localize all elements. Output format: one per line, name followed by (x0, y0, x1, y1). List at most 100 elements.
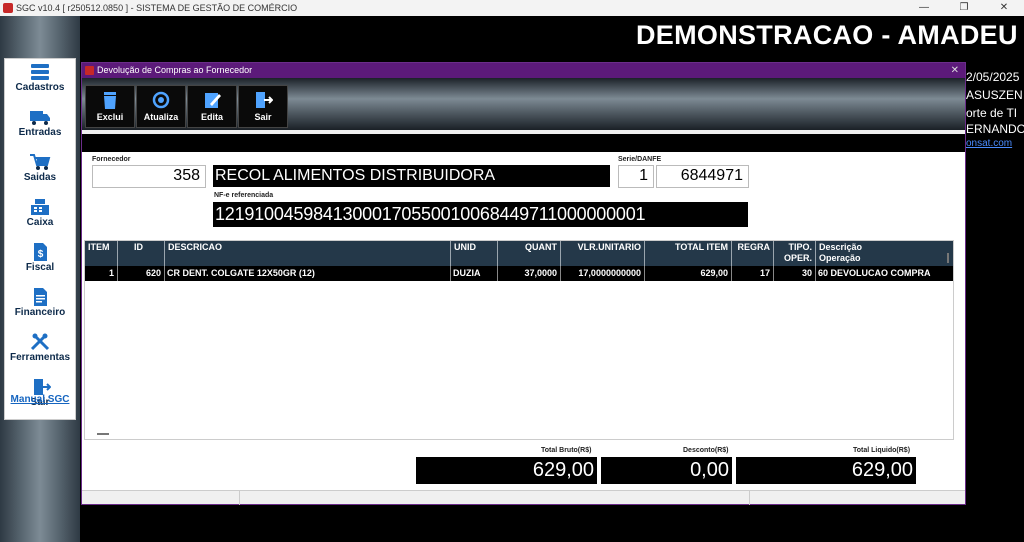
modal-titlebar: Devolução de Compras ao Fornecedor ✕ (82, 63, 965, 78)
cell-vlr-unitario: 17,0000000000 (561, 266, 645, 281)
sidebar-item-fiscal[interactable]: $ Fiscal (5, 243, 75, 284)
cell-total-item: 629,00 (645, 266, 732, 281)
scrollbar-thumb[interactable] (947, 253, 949, 263)
status-segment (82, 491, 240, 505)
modal-content: Fornecedor 358 RECOL ALIMENTOS DISTRIBUI… (82, 152, 965, 504)
manual-sgc-link[interactable]: Manual SGC (4, 394, 76, 405)
finance-document-icon (34, 288, 47, 306)
fornecedor-name-field[interactable]: RECOL ALIMENTOS DISTRIBUIDORA (213, 165, 610, 187)
sidebar-menu: Cadastros Entradas Saidas Caixa $ Fiscal… (4, 58, 76, 420)
info-user: ERNANDO (966, 122, 1024, 136)
sidebar-item-label: Fiscal (25, 262, 55, 273)
dollar-document-icon: $ (34, 243, 47, 261)
col-item[interactable]: ITEM (85, 241, 118, 266)
app-logo-icon (3, 3, 13, 13)
sidebar-item-label: Cadastros (15, 82, 65, 93)
refresh-icon (152, 91, 170, 109)
sidebar-item-label: Financeiro (14, 307, 66, 318)
total-bruto-field[interactable]: 629,00 (416, 457, 597, 484)
grid-vertical-scrollbar[interactable] (943, 249, 953, 431)
edit-icon (205, 93, 221, 108)
sidebar-item-saidas[interactable]: Saidas (5, 153, 75, 194)
modal-statusbar (82, 490, 965, 505)
cart-icon (30, 154, 51, 170)
serie-field[interactable]: 1 (618, 165, 654, 188)
minimize-button[interactable]: — (904, 0, 944, 16)
cash-register-icon (31, 199, 49, 215)
col-id[interactable]: ID (118, 241, 165, 266)
exclui-button[interactable]: Exclui (85, 85, 135, 128)
database-icon (31, 64, 49, 80)
sidebar-item-label: Ferramentas (9, 352, 71, 363)
sidebar-item-caixa[interactable]: Caixa (5, 198, 75, 239)
maximize-button[interactable]: ❐ (944, 0, 984, 16)
nfe-key-field[interactable]: 1219100459841300017055001006844971100000… (213, 202, 748, 227)
cell-descricao: CR DENT. COLGATE 12X50GR (12) (165, 266, 451, 281)
modal-title: Devolução de Compras ao Fornecedor (97, 65, 253, 75)
cell-tipo-oper: 30 (774, 266, 816, 281)
trash-icon (104, 92, 116, 109)
truck-icon (30, 111, 50, 125)
exclui-label: Exclui (96, 112, 124, 122)
total-liquido-field[interactable]: 629,00 (736, 457, 916, 484)
table-row[interactable]: 1 620 CR DENT. COLGATE 12X50GR (12) DUZI… (85, 266, 953, 281)
info-date: 2/05/2025 (966, 70, 1020, 84)
cell-regra: 17 (732, 266, 774, 281)
desconto-label: Desconto(R$) (683, 447, 729, 454)
sidebar-item-entradas[interactable]: Entradas (5, 108, 75, 149)
modal-toolbar: Exclui Atualiza Edita Sair (82, 78, 965, 130)
col-quant[interactable]: QUANT (498, 241, 561, 266)
edita-button[interactable]: Edita (187, 85, 237, 128)
cell-descricao-operacao: 60 DEVOLUCAO COMPRA (818, 268, 931, 278)
edita-label: Edita (200, 112, 223, 122)
nfe-referenciada-label: NF-e referenciada (214, 192, 274, 199)
cell-unid: DUZIA (451, 266, 498, 281)
col-descricao-operacao[interactable]: Descrição Operação (816, 241, 953, 266)
sair-label: Sair (254, 112, 272, 122)
exit-door-icon (256, 92, 273, 108)
col-descricao[interactable]: DESCRICAO (165, 241, 451, 266)
sidebar-item-label: Saidas (23, 172, 57, 183)
close-window-button[interactable]: ✕ (984, 0, 1024, 16)
total-bruto-label: Total Bruto(R$) (541, 447, 592, 454)
col-tipo-oper[interactable]: TIPO. OPER. (774, 241, 816, 266)
danfe-field[interactable]: 6844971 (656, 165, 749, 188)
fornecedor-code-field[interactable]: 358 (92, 165, 206, 188)
sidebar-item-financeiro[interactable]: Financeiro (5, 288, 75, 329)
info-site-link[interactable]: onsat.com (966, 138, 1012, 149)
col-vlr-unitario[interactable]: VLR.UNITARIO (561, 241, 645, 266)
devolucao-modal: Devolução de Compras ao Fornecedor ✕ Exc… (81, 62, 966, 505)
sidebar-item-ferramentas[interactable]: Ferramentas (5, 333, 75, 374)
col-total-item[interactable]: TOTAL ITEM (645, 241, 732, 266)
grid-horizontal-scrollbar[interactable] (97, 433, 109, 435)
sidebar-item-label: Caixa (26, 217, 54, 228)
sair-button[interactable]: Sair (238, 85, 288, 128)
col-desc-op-line2: Operação (819, 253, 861, 263)
status-segment (240, 491, 750, 505)
company-title: DEMONSTRACAO - AMADEU (636, 20, 1018, 50)
cell-id: 620 (118, 266, 165, 281)
desconto-field[interactable]: 0,00 (601, 457, 732, 484)
cell-quant: 37,0000 (498, 266, 561, 281)
items-grid: ITEM ID DESCRICAO UNID QUANT VLR.UNITARI… (84, 240, 954, 440)
grid-header: ITEM ID DESCRICAO UNID QUANT VLR.UNITARI… (85, 241, 953, 266)
tools-icon (30, 333, 50, 351)
col-unid[interactable]: UNID (451, 241, 498, 266)
col-regra[interactable]: REGRA (732, 241, 774, 266)
atualiza-label: Atualiza (143, 112, 179, 122)
modal-close-button[interactable]: ✕ (951, 63, 959, 78)
cell-item: 1 (85, 266, 118, 281)
main-sidebar: Cadastros Entradas Saidas Caixa $ Fiscal… (0, 16, 80, 542)
col-desc-op-line1: Descrição (819, 242, 863, 252)
serie-danfe-label: Serie/DANFE (618, 156, 662, 163)
sidebar-item-cadastros[interactable]: Cadastros (5, 63, 75, 104)
app-root: SGC v10.4 [ r250512.0850 ] - SISTEMA DE … (0, 0, 1024, 542)
svg-text:$: $ (38, 249, 44, 260)
fornecedor-label: Fornecedor (92, 156, 131, 163)
sidebar-item-label: Entradas (18, 127, 62, 138)
col-tipo-oper-line1: TIPO. (788, 242, 812, 252)
os-window-title: SGC v10.4 [ r250512.0850 ] - SISTEMA DE … (16, 3, 298, 13)
info-machine: ASUSZEN (966, 88, 1023, 102)
atualiza-button[interactable]: Atualiza (136, 85, 186, 128)
separator-strip (82, 134, 965, 152)
